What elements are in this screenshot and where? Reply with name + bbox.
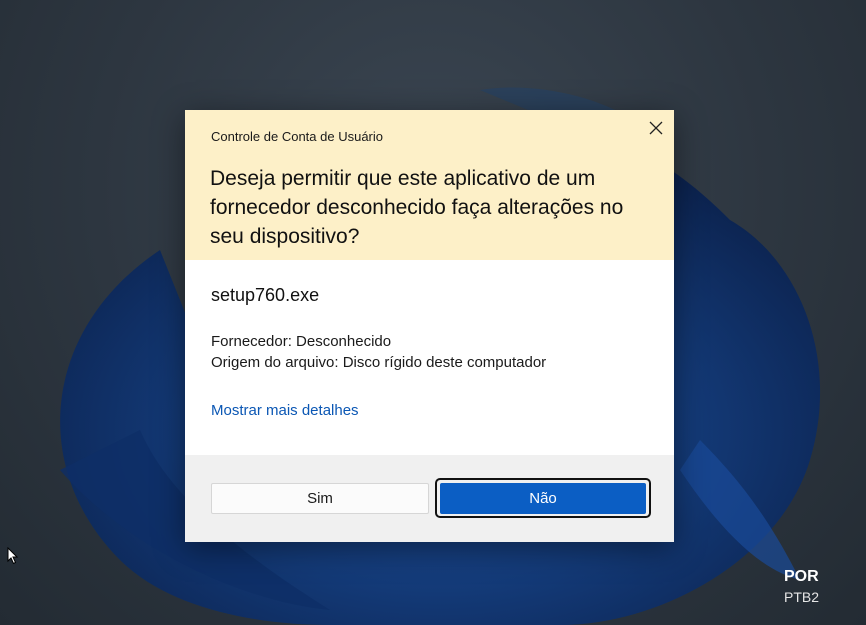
close-icon — [649, 121, 663, 135]
yes-button[interactable]: Sim — [211, 483, 429, 514]
app-name: setup760.exe — [211, 285, 320, 305]
origin-text: Origem do arquivo: Disco rígido deste co… — [211, 354, 547, 371]
dialog-question: Deseja permitir que este aplicativo de u… — [210, 167, 624, 248]
uac-dialog: Controle de Conta de Usuário Deseja perm… — [185, 110, 674, 542]
close-button[interactable] — [646, 118, 666, 138]
show-more-details-link[interactable]: Mostrar mais detalhes — [211, 402, 359, 419]
uac-header: Controle de Conta de Usuário Deseja perm… — [185, 110, 674, 260]
publisher-text: Fornecedor: Desconhecido — [211, 333, 392, 350]
dialog-footer: Sim Não — [185, 455, 674, 542]
mouse-cursor-icon — [7, 547, 19, 565]
dialog-title: Controle de Conta de Usuário — [211, 129, 383, 144]
keyboard-layout-label: PTB2 — [784, 589, 820, 605]
language-indicator[interactable]: POR PTB2 — [784, 568, 819, 605]
no-button[interactable]: Não — [440, 483, 646, 514]
app-info: Fornecedor: Desconhecido Origem do arqui… — [211, 331, 546, 373]
language-label: POR — [784, 568, 819, 585]
